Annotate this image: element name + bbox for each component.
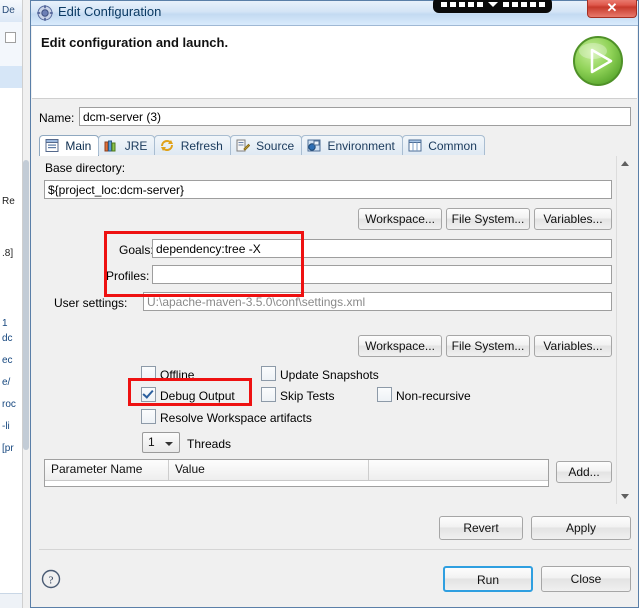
tab-common[interactable]: Common bbox=[401, 135, 485, 155]
environment-icon bbox=[307, 138, 321, 152]
base-variables-button[interactable]: Variables... bbox=[534, 208, 612, 230]
background-panel-selected-row bbox=[0, 66, 22, 88]
source-edit-icon bbox=[236, 138, 250, 152]
tab-main[interactable]: Main bbox=[39, 135, 100, 156]
column-header-value[interactable]: Value bbox=[169, 460, 369, 480]
background-checkbox[interactable] bbox=[5, 32, 16, 43]
common-table-icon bbox=[408, 138, 422, 152]
checkbox-label: Update Snapshots bbox=[280, 368, 379, 382]
page-title: Edit configuration and launch. bbox=[41, 35, 229, 50]
edit-configuration-dialog: Edit Configuration ✕ Edit configuration … bbox=[30, 0, 639, 608]
table-header-row: Parameter Name Value bbox=[45, 460, 548, 481]
dialog-title: Edit Configuration bbox=[58, 4, 162, 19]
apply-button[interactable]: Apply bbox=[531, 516, 631, 540]
chevron-down-icon bbox=[488, 2, 498, 7]
tab-jre[interactable]: JRE bbox=[98, 135, 156, 155]
background-ide: De Re .8] 1 dc ec e/ roc -li [pr bbox=[0, 0, 30, 608]
base-workspace-button[interactable]: Workspace... bbox=[358, 208, 442, 230]
scroll-up-button[interactable] bbox=[617, 156, 632, 171]
add-parameter-button[interactable]: Add... bbox=[556, 461, 612, 483]
background-view-tab[interactable]: De bbox=[0, 0, 24, 23]
close-button[interactable]: Close bbox=[541, 566, 631, 592]
run-button[interactable]: Run bbox=[443, 566, 533, 592]
background-panel-upper bbox=[0, 22, 22, 67]
screen-root: De Re .8] 1 dc ec e/ roc -li [pr Edit Co… bbox=[0, 0, 639, 608]
checkbox-box[interactable] bbox=[261, 366, 276, 381]
goals-label: Goals: bbox=[119, 243, 154, 257]
revert-button[interactable]: Revert bbox=[439, 516, 523, 540]
background-status-bar bbox=[0, 593, 22, 608]
tab-refresh[interactable]: Refresh bbox=[154, 135, 231, 155]
checkbox-label: Offline bbox=[160, 368, 195, 382]
user-settings-input[interactable] bbox=[143, 292, 612, 311]
tab-label: JRE bbox=[124, 139, 148, 153]
refresh-arrows-icon bbox=[160, 138, 174, 151]
checkbox-label: Resolve Workspace artifacts bbox=[160, 411, 312, 425]
checkbox-skip-tests[interactable]: Skip Tests bbox=[261, 387, 334, 403]
checkbox-label: Skip Tests bbox=[280, 389, 335, 403]
tab-label: Source bbox=[256, 139, 295, 153]
main-form-icon bbox=[45, 138, 59, 152]
dialog-header-band: Edit configuration and launch. bbox=[32, 26, 637, 99]
config-gear-icon bbox=[37, 5, 53, 21]
base-directory-label: Base directory: bbox=[45, 161, 126, 175]
user-filesystem-button[interactable]: File System... bbox=[446, 335, 530, 357]
svg-text:?: ? bbox=[49, 575, 54, 587]
dialog-titlebar[interactable]: Edit Configuration ✕ bbox=[31, 0, 638, 26]
column-header-parameter-name[interactable]: Parameter Name bbox=[45, 460, 169, 480]
threads-label: Threads bbox=[187, 437, 232, 451]
checkbox-update-snapshots[interactable]: Update Snapshots bbox=[261, 366, 379, 382]
column-header-filler bbox=[369, 460, 548, 480]
profiles-label: Profiles: bbox=[106, 269, 150, 283]
help-question-icon[interactable]: ? bbox=[41, 569, 61, 589]
redacted-dropdown-overlay bbox=[433, 0, 552, 13]
checkbox-resolve-workspace-artifacts[interactable]: Resolve Workspace artifacts bbox=[141, 409, 312, 425]
scroll-down-button[interactable] bbox=[617, 489, 632, 504]
user-workspace-button[interactable]: Workspace... bbox=[358, 335, 442, 357]
parameters-table[interactable]: Parameter Name Value bbox=[44, 459, 549, 487]
tab-strip: Main JRE Refresh Source Environment Comm… bbox=[39, 135, 630, 157]
tab-label: Common bbox=[428, 139, 477, 153]
content-scrollbar[interactable] bbox=[616, 156, 632, 504]
checkbox-box[interactable] bbox=[141, 366, 156, 381]
checkbox-box[interactable] bbox=[141, 387, 156, 402]
checkbox-offline[interactable]: Offline bbox=[141, 366, 194, 382]
name-input[interactable] bbox=[79, 107, 631, 126]
threads-select[interactable]: 1 bbox=[142, 432, 180, 453]
background-scrollbar-thumb[interactable] bbox=[23, 160, 29, 450]
checkbox-label: Non-recursive bbox=[396, 389, 471, 403]
checkbox-debug-output[interactable]: Debug Output bbox=[141, 387, 235, 403]
tab-source[interactable]: Source bbox=[229, 135, 303, 155]
checkbox-box[interactable] bbox=[141, 409, 156, 424]
chevron-down-icon bbox=[165, 442, 173, 446]
main-tab-content: Base directory: Workspace... File System… bbox=[39, 156, 632, 504]
checkbox-non-recursive[interactable]: Non-recursive bbox=[377, 387, 471, 403]
tab-label: Refresh bbox=[180, 139, 223, 153]
checkbox-box[interactable] bbox=[377, 387, 392, 402]
tab-label: Main bbox=[65, 139, 92, 153]
profiles-input[interactable] bbox=[152, 265, 612, 284]
user-settings-label: User settings: bbox=[54, 296, 128, 310]
tab-environment[interactable]: Environment bbox=[301, 135, 403, 155]
run-play-icon bbox=[571, 34, 625, 88]
background-editor: Re .8] 1 dc ec e/ roc -li [pr bbox=[0, 88, 22, 576]
base-directory-input[interactable] bbox=[44, 180, 612, 199]
user-variables-button[interactable]: Variables... bbox=[534, 335, 612, 357]
tab-label: Environment bbox=[327, 139, 395, 153]
footer-divider bbox=[39, 549, 632, 550]
jre-books-icon bbox=[104, 138, 118, 152]
checkbox-label: Debug Output bbox=[160, 389, 235, 403]
goals-input[interactable] bbox=[152, 239, 612, 258]
close-window-button[interactable]: ✕ bbox=[587, 0, 637, 18]
threads-value: 1 bbox=[148, 435, 155, 449]
checkbox-box[interactable] bbox=[261, 387, 276, 402]
name-label: Name: bbox=[39, 111, 75, 125]
base-filesystem-button[interactable]: File System... bbox=[446, 208, 530, 230]
